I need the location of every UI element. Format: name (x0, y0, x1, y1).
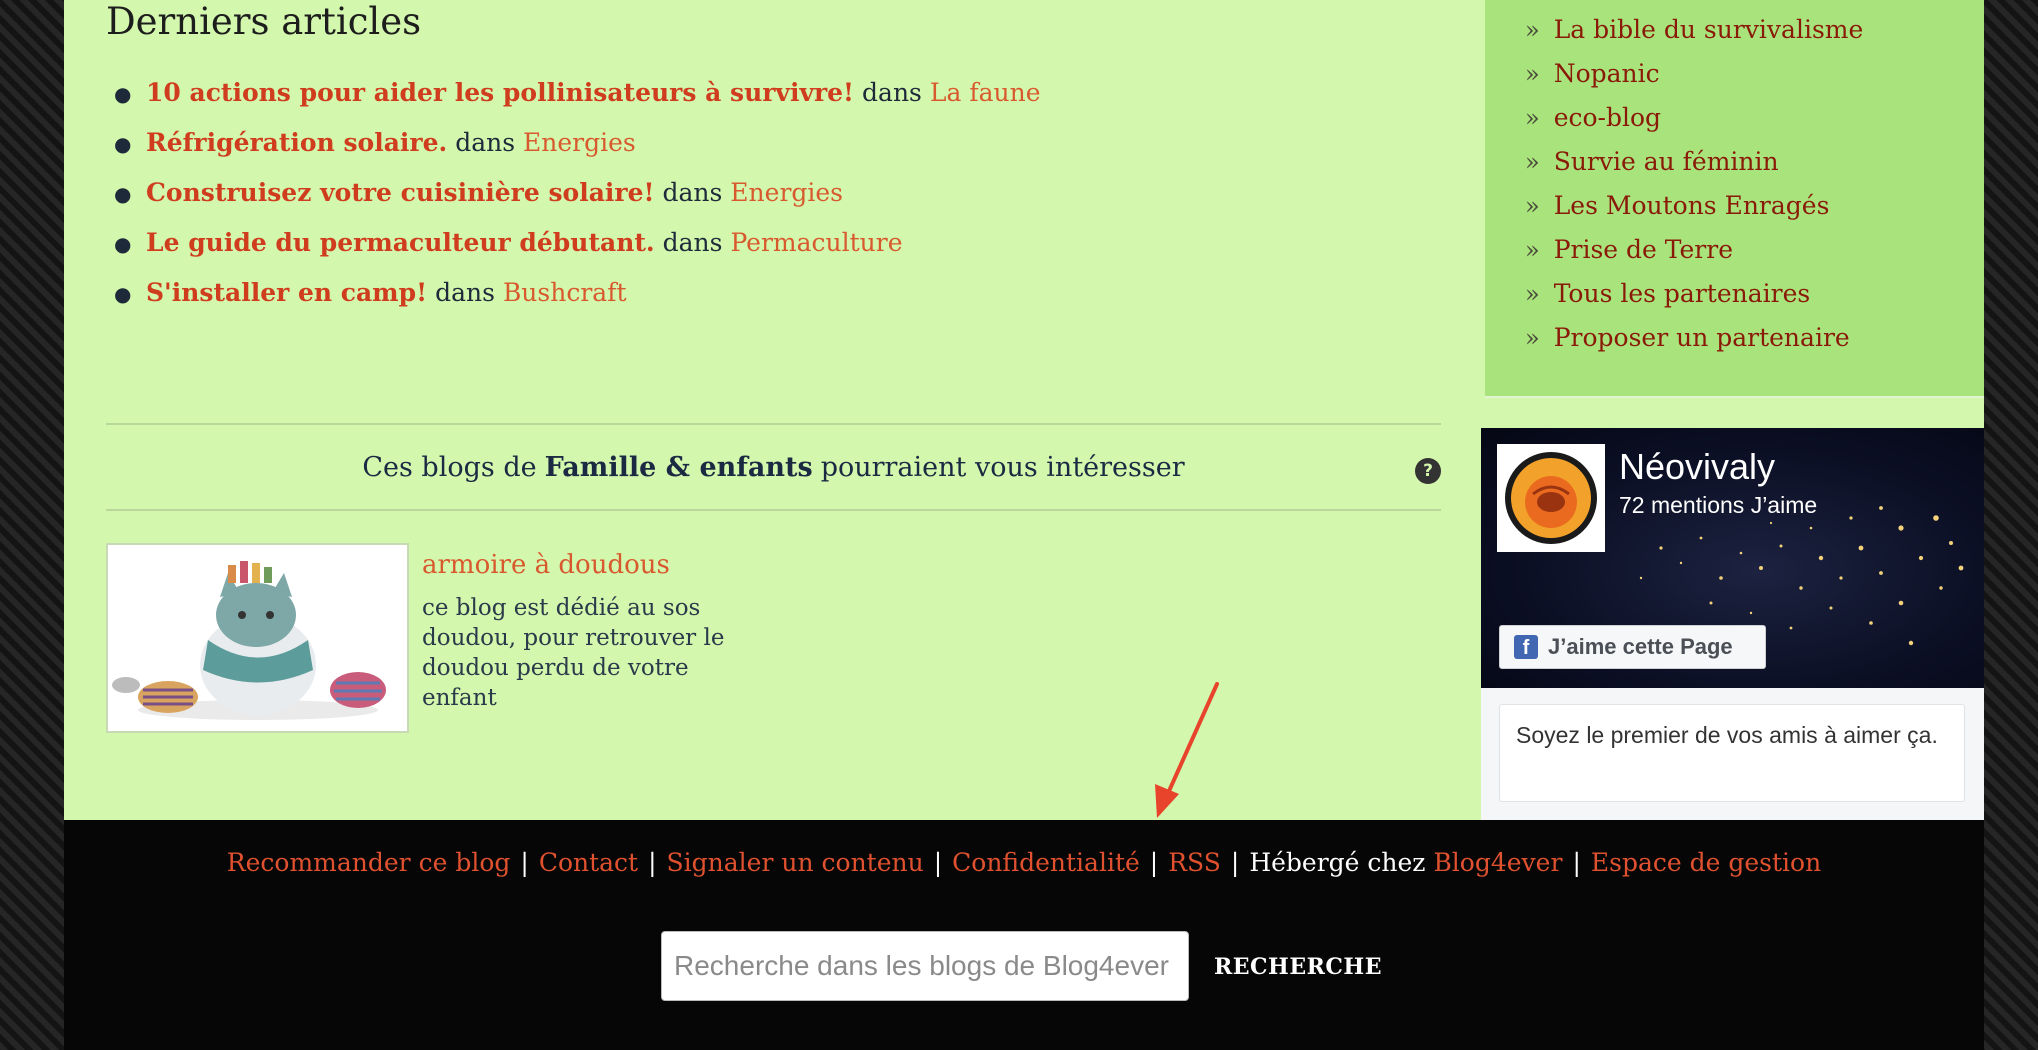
article-item: ● Réfrigération solaire. dans Energies (106, 128, 1041, 178)
blog-card-title[interactable]: armoire à doudous (422, 550, 670, 580)
partner-link[interactable]: eco-blog (1554, 101, 1661, 135)
article-item: ● Construisez votre cuisinière solaire! … (106, 178, 1041, 228)
section-title: Derniers articles (106, 0, 422, 43)
double-chevron-right-icon: » (1525, 60, 1540, 88)
partner-item: » eco-blog (1525, 96, 1984, 140)
footer: Recommander ce blog | Contact | Signaler un … (64, 820, 1984, 1050)
article-item: ● 10 actions pour aider les pollinisateu… (106, 78, 1041, 128)
double-chevron-right-icon: » (1525, 16, 1540, 44)
article-item: ● Le guide du permaculteur débutant. dan… (106, 228, 1041, 278)
contact-link[interactable]: Contact (539, 848, 638, 877)
related-blogs-header: Ces blogs de Famille & enfants pourraien… (106, 423, 1441, 511)
article-in-label: dans (435, 278, 495, 307)
article-in-label: dans (862, 78, 922, 107)
article-link[interactable]: Le guide du permaculteur débutant. (146, 228, 655, 257)
partner-item: » Proposer un partenaire (1525, 316, 1984, 360)
annotation-arrow-icon (1155, 682, 1219, 818)
search-button[interactable]: RECHERCHE (1214, 945, 1382, 989)
partner-item: » Nopanic (1525, 52, 1984, 96)
separator: | (1230, 848, 1240, 877)
blog-search-input[interactable] (661, 931, 1189, 1001)
bullet-icon: ● (114, 132, 132, 156)
article-link[interactable]: S'installer en camp! (146, 278, 427, 307)
double-chevron-right-icon: » (1525, 324, 1540, 352)
facebook-icon: f (1514, 635, 1538, 659)
partner-link[interactable]: Prise de Terre (1554, 233, 1733, 267)
propose-partner-link[interactable]: Proposer un partenaire (1554, 321, 1850, 355)
related-category: Famille & enfants (544, 451, 813, 483)
facebook-like-page-button[interactable]: f J’aime cette Page (1499, 625, 1766, 669)
bullet-icon: ● (114, 232, 132, 256)
related-prefix: Ces blogs de (362, 451, 537, 483)
facebook-friends-notice: Soyez le premier de vos amis à aimer ça. (1499, 704, 1965, 802)
article-category-link[interactable]: Energies (730, 178, 843, 207)
neovivaly-logo-icon (1505, 452, 1597, 544)
article-list: ● 10 actions pour aider les pollinisateu… (106, 78, 1041, 328)
partner-item: » Les Moutons Enragés (1525, 184, 1984, 228)
blog4ever-link[interactable]: Blog4ever (1433, 848, 1562, 877)
partner-link[interactable]: Survie au féminin (1554, 145, 1779, 179)
related-suffix: pourraient vous intéresser (820, 451, 1185, 483)
facebook-page-name[interactable]: Néovivaly (1619, 446, 1775, 488)
article-in-label: dans (662, 228, 723, 257)
footer-links: Recommander ce blog | Contact | Signaler un … (64, 848, 1984, 877)
article-link[interactable]: Construisez votre cuisinière solaire! (146, 178, 654, 207)
all-partners-link[interactable]: Tous les partenaires (1554, 277, 1811, 311)
double-chevron-right-icon: » (1525, 104, 1540, 132)
separator: | (933, 848, 943, 877)
partner-item: » Tous les partenaires (1525, 272, 1984, 316)
article-in-label: dans (662, 178, 723, 207)
help-icon[interactable]: ? (1415, 458, 1441, 484)
report-content-link[interactable]: Signaler un contenu (667, 848, 924, 877)
article-category-link[interactable]: Energies (523, 128, 636, 157)
article-category-link[interactable]: Bushcraft (503, 278, 627, 307)
partner-item: » Prise de Terre (1525, 228, 1984, 272)
bullet-icon: ● (114, 182, 132, 206)
recommend-blog-link[interactable]: Recommander ce blog (227, 848, 511, 877)
page: Derniers articles ● 10 actions pour aide… (64, 0, 1984, 1050)
double-chevron-right-icon: » (1525, 192, 1540, 220)
hosted-by-label: Hébergé chez (1249, 848, 1426, 877)
separator: | (1572, 848, 1581, 877)
double-chevron-right-icon: » (1525, 280, 1540, 308)
article-category-link[interactable]: La faune (930, 78, 1041, 107)
article-in-label: dans (455, 128, 516, 157)
partner-link[interactable]: Les Moutons Enragés (1554, 189, 1830, 223)
partner-links-panel: » La bible du survivalisme » Nopanic » eco-… (1485, 0, 1984, 398)
article-link[interactable]: Réfrigération solaire. (146, 128, 447, 157)
separator: | (648, 848, 657, 877)
page-avatar[interactable] (1497, 444, 1605, 552)
like-button-label: J’aime cette Page (1548, 634, 1733, 659)
plush-cat-image (108, 545, 407, 731)
partner-link[interactable]: La bible du survivalisme (1554, 13, 1864, 47)
article-item: ● S'installer en camp! dans Bushcraft (106, 278, 1041, 328)
bullet-icon: ● (114, 282, 132, 306)
double-chevron-right-icon: » (1525, 236, 1540, 264)
article-category-link[interactable]: Permaculture (730, 228, 902, 257)
facebook-cover-image[interactable]: Néovivaly 72 mentions J’aime f J’aime ce… (1481, 428, 1984, 688)
blog-thumbnail[interactable] (106, 543, 409, 733)
partner-item: » La bible du survivalisme (1525, 8, 1984, 52)
rss-link[interactable]: RSS (1168, 848, 1221, 877)
partner-link[interactable]: Nopanic (1554, 57, 1660, 91)
blog-card-description: ce blog est dédié au sos doudou, pour re… (422, 595, 725, 711)
facebook-page-widget: Néovivaly 72 mentions J’aime f J’aime ce… (1481, 428, 1984, 820)
bullet-icon: ● (114, 82, 132, 106)
partner-item: » Survie au féminin (1525, 140, 1984, 184)
separator: | (520, 848, 529, 877)
facebook-like-count: 72 mentions J’aime (1619, 492, 1818, 518)
double-chevron-right-icon: » (1525, 148, 1540, 176)
privacy-link[interactable]: Confidentialité (952, 848, 1140, 877)
article-link[interactable]: 10 actions pour aider les pollinisateurs… (146, 78, 854, 107)
main-content: Derniers articles ● 10 actions pour aide… (64, 0, 1481, 820)
separator: | (1149, 848, 1159, 877)
admin-space-link[interactable]: Espace de gestion (1591, 848, 1821, 877)
